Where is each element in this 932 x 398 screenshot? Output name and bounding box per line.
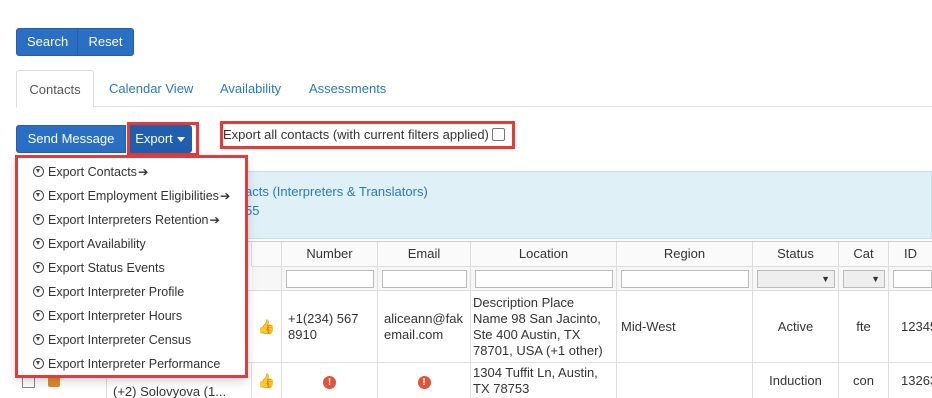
filter-status-select[interactable]: ▼ <box>757 270 835 288</box>
header-email[interactable]: Email <box>378 242 471 266</box>
info-count: 55 <box>245 203 260 218</box>
cell-region: Mid-West <box>617 291 753 362</box>
export-all-label: Export all contacts (with current filter… <box>223 127 489 142</box>
header-cat[interactable]: Cat <box>839 242 889 266</box>
row-icon-cell: 👍 <box>252 363 282 398</box>
menu-item-export-status-events[interactable]: Export Status Events <box>17 256 246 280</box>
download-icon <box>33 334 44 345</box>
header-region[interactable]: Region <box>617 242 753 266</box>
menu-item-export-availability[interactable]: Export Availability <box>17 232 246 256</box>
cell-cat: con <box>839 363 889 398</box>
warning-icon: ! <box>417 375 431 389</box>
chevron-down-icon: ▼ <box>871 274 880 284</box>
warning-icon: ! <box>323 375 336 389</box>
cell-location: Description Place Name 98 San Jacinto, S… <box>471 291 617 362</box>
filter-region-cell <box>617 266 753 290</box>
filter-location-input[interactable] <box>475 270 613 288</box>
filter-icon-col <box>252 266 282 290</box>
download-icon <box>33 166 44 177</box>
header-status[interactable]: Status <box>753 242 839 266</box>
tab-bar: Contacts Calendar View Availability Asse… <box>16 70 932 108</box>
thumbs-up-icon[interactable]: 👍 <box>258 318 275 334</box>
menu-item-export-interpreter-performance[interactable]: Export Interpreter Performance <box>17 352 246 376</box>
filter-number-input[interactable] <box>286 270 374 288</box>
cell-region <box>617 363 753 398</box>
filter-cat-cell: ▼ <box>839 266 889 290</box>
send-message-button[interactable]: Send Message <box>16 125 126 153</box>
cell-status: Active <box>753 291 839 362</box>
export-all-option[interactable]: Export all contacts (with current filter… <box>223 126 505 144</box>
thumbs-up-icon[interactable]: 👍 <box>258 372 275 388</box>
download-icon <box>33 238 44 249</box>
menu-item-export-interpreters-retention[interactable]: Export Interpreters Retention➔ <box>17 208 246 232</box>
filter-location-cell <box>471 266 617 290</box>
caret-down-icon <box>176 137 185 143</box>
row-icon-cell: 👍 <box>252 291 282 362</box>
cell-cat: fte <box>839 291 889 362</box>
filter-number-cell <box>282 266 378 290</box>
cell-number: +1(234) 567 8910 <box>282 291 378 362</box>
filter-email-cell <box>378 266 471 290</box>
export-all-checkbox[interactable] <box>491 128 505 141</box>
download-icon <box>33 358 44 369</box>
tab-assessments[interactable]: Assessments <box>297 70 398 107</box>
arrow-right-icon: ➔ <box>137 165 149 179</box>
export-label: Export <box>135 131 173 146</box>
header-number[interactable]: Number <box>282 242 378 266</box>
arrow-right-icon: ➔ <box>209 213 220 227</box>
cell-status: Induction <box>753 363 839 398</box>
download-icon <box>33 214 44 225</box>
header-location[interactable]: Location <box>471 242 617 266</box>
header-id[interactable]: ID <box>889 242 932 266</box>
chevron-down-icon: ▼ <box>821 274 830 284</box>
download-icon <box>33 262 44 273</box>
download-icon <box>33 310 44 321</box>
export-dropdown-button[interactable]: Export <box>128 125 192 153</box>
cell-number: ! <box>282 363 378 398</box>
menu-item-export-interpreter-profile[interactable]: Export Interpreter Profile <box>17 280 246 304</box>
search-button[interactable]: Search <box>16 28 78 56</box>
download-icon <box>33 286 44 297</box>
cell-email: ! <box>378 363 471 398</box>
info-contacts-link[interactable]: acts (Interpreters & Translators) <box>245 184 428 199</box>
cell-location: 1304 Tuffit Ln, Austin, TX 78753 <box>471 363 617 398</box>
header-icon-col <box>252 242 282 266</box>
download-icon <box>33 190 44 201</box>
cell-email: aliceann@fakemail.com <box>378 291 471 362</box>
arrow-right-icon: ➔ <box>219 189 231 203</box>
tab-contacts[interactable]: Contacts <box>16 70 94 108</box>
filter-region-input[interactable] <box>621 270 749 288</box>
menu-item-export-employment-eligibilities[interactable]: Export Employment Eligibilities➔ <box>17 184 246 208</box>
filter-cat-select[interactable]: ▼ <box>843 270 885 288</box>
tab-availability[interactable]: Availability <box>208 70 293 107</box>
menu-item-export-interpreter-hours[interactable]: Export Interpreter Hours <box>17 304 246 328</box>
cell-id: 13263 <box>901 372 932 388</box>
menu-item-export-contacts[interactable]: Export Contacts➔ <box>17 160 246 184</box>
filter-id-input[interactable] <box>893 270 932 288</box>
export-dropdown-menu: Export Contacts➔ Export Employment Eligi… <box>16 156 247 377</box>
filter-email-input[interactable] <box>382 270 467 288</box>
cell-id: 12345 <box>901 318 932 334</box>
reset-button[interactable]: Reset <box>77 28 134 56</box>
tab-calendar-view[interactable]: Calendar View <box>97 70 205 107</box>
menu-item-export-interpreter-census[interactable]: Export Interpreter Census <box>17 328 246 352</box>
filter-id-cell <box>889 266 932 290</box>
filter-status-cell: ▼ <box>753 266 839 290</box>
